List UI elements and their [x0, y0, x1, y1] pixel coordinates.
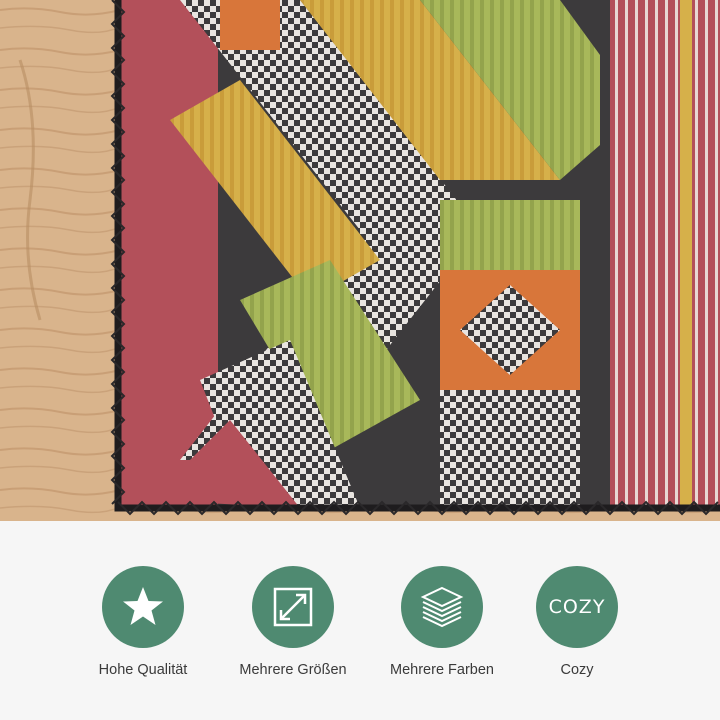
feature-circle: COZY — [536, 566, 618, 648]
feature-label: Hohe Qualität — [98, 662, 188, 678]
feature-label: Mehrere Größen — [239, 662, 347, 678]
feature-cozy: COZY Cozy — [497, 566, 657, 678]
star-icon — [123, 587, 163, 625]
feature-circle — [252, 566, 334, 648]
features-bar: Hohe Qualität Mehrere Größen Mehrere Far… — [0, 521, 720, 720]
layers-icon — [420, 586, 464, 628]
feature-quality: Hohe Qualität — [63, 566, 223, 678]
cozy-text-icon: COZY — [548, 596, 606, 618]
feature-sizes: Mehrere Größen — [213, 566, 373, 678]
product-photo — [0, 0, 720, 521]
resize-arrow-icon — [273, 587, 313, 627]
feature-label: Cozy — [560, 662, 594, 678]
feature-circle — [401, 566, 483, 648]
feature-circle — [102, 566, 184, 648]
